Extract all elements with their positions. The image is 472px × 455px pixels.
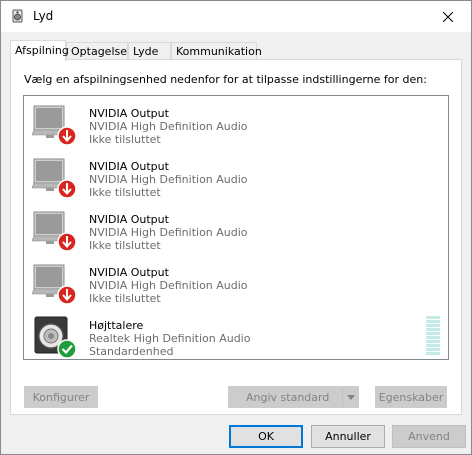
volume-level-meter bbox=[426, 316, 440, 356]
speaker-icon bbox=[34, 316, 77, 359]
ok-label: OK bbox=[258, 430, 274, 443]
close-icon bbox=[443, 11, 453, 22]
monitor-icon bbox=[32, 105, 77, 146]
device-status: Ikke tilsluttet bbox=[89, 133, 161, 146]
meter-segment bbox=[426, 332, 440, 335]
meter-segment bbox=[426, 340, 440, 343]
monitor-icon bbox=[32, 211, 77, 252]
device-list[interactable]: NVIDIA Output NVIDIA High Definition Aud… bbox=[23, 95, 449, 360]
device-name: NVIDIA Output bbox=[89, 213, 169, 226]
chevron-down-icon[interactable] bbox=[342, 387, 358, 407]
list-item[interactable]: NVIDIA Output NVIDIA High Definition Aud… bbox=[24, 151, 448, 201]
list-item[interactable]: NVIDIA Output NVIDIA High Definition Aud… bbox=[24, 98, 448, 148]
properties-button[interactable]: Egenskaber bbox=[375, 386, 447, 408]
set-default-button[interactable]: Angiv standard bbox=[228, 386, 359, 408]
meter-segment bbox=[426, 348, 440, 351]
instruction-text: Vælg en afspilningsenhed nedenfor for at… bbox=[24, 73, 427, 86]
device-driver: NVIDIA High Definition Audio bbox=[89, 173, 248, 186]
tab-playback[interactable]: Afspilning bbox=[10, 40, 69, 61]
meter-segment bbox=[426, 320, 440, 323]
close-button[interactable] bbox=[425, 1, 471, 32]
ok-button[interactable]: OK bbox=[229, 425, 303, 448]
title-bar[interactable]: Lyd bbox=[1, 1, 471, 32]
apply-button[interactable]: Anvend bbox=[392, 425, 466, 448]
tab-label: Kommunikation bbox=[176, 45, 262, 58]
cancel-label: Annuller bbox=[325, 430, 371, 443]
device-name: NVIDIA Output bbox=[89, 266, 169, 279]
speaker-icon bbox=[12, 9, 23, 23]
configure-button[interactable]: Konfigurer bbox=[24, 386, 98, 408]
device-driver: NVIDIA High Definition Audio bbox=[89, 226, 248, 239]
device-driver: Realtek High Definition Audio bbox=[89, 332, 251, 345]
monitor-icon bbox=[32, 158, 77, 199]
meter-segment bbox=[426, 316, 440, 319]
monitor-icon bbox=[32, 264, 77, 305]
meter-segment bbox=[426, 324, 440, 327]
list-item[interactable]: NVIDIA Output NVIDIA High Definition Aud… bbox=[24, 257, 448, 307]
device-status: Standardenhed bbox=[89, 345, 174, 358]
device-status: Ikke tilsluttet bbox=[89, 186, 161, 199]
tab-communications[interactable]: Kommunikation bbox=[171, 42, 262, 60]
cancel-button[interactable]: Annuller bbox=[311, 425, 385, 448]
playback-panel: Vælg en afspilningsenhed nedenfor for at… bbox=[10, 59, 462, 415]
tab-label: Optagelse bbox=[71, 45, 127, 58]
device-status: Ikke tilsluttet bbox=[89, 292, 161, 305]
tab-sounds[interactable]: Lyde bbox=[128, 42, 171, 60]
device-name: NVIDIA Output bbox=[89, 107, 169, 120]
apply-label: Anvend bbox=[408, 430, 450, 443]
list-item[interactable]: Højttalere Realtek High Definition Audio… bbox=[24, 310, 448, 360]
meter-segment bbox=[426, 328, 440, 331]
device-name: Højttalere bbox=[89, 319, 144, 332]
device-driver: NVIDIA High Definition Audio bbox=[89, 120, 248, 133]
window-title: Lyd bbox=[33, 9, 54, 23]
meter-segment bbox=[426, 344, 440, 347]
set-default-label: Angiv standard bbox=[246, 390, 330, 404]
properties-label: Egenskaber bbox=[378, 390, 444, 404]
configure-label: Konfigurer bbox=[32, 390, 90, 404]
tab-label: Lyde bbox=[133, 45, 159, 58]
sound-dialog: Lyd Afspilning Optagelse Lyde Kommunikat… bbox=[0, 0, 472, 455]
device-driver: NVIDIA High Definition Audio bbox=[89, 279, 248, 292]
device-status: Ikke tilsluttet bbox=[89, 239, 161, 252]
tab-recording[interactable]: Optagelse bbox=[66, 42, 128, 60]
tab-label: Afspilning bbox=[15, 44, 69, 57]
meter-segment bbox=[426, 352, 440, 355]
device-name: NVIDIA Output bbox=[89, 160, 169, 173]
list-item[interactable]: NVIDIA Output NVIDIA High Definition Aud… bbox=[24, 204, 448, 254]
meter-segment bbox=[426, 336, 440, 339]
